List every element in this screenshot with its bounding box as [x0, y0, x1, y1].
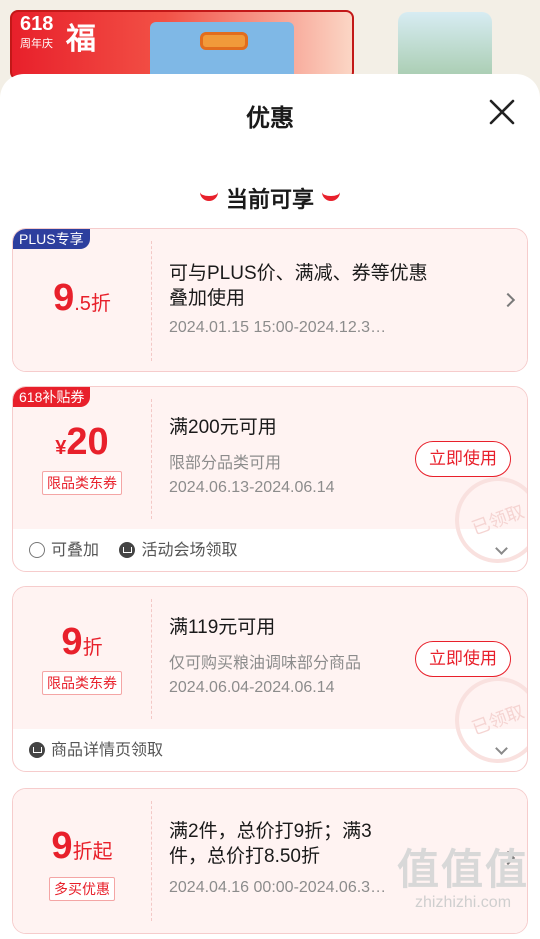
discount-value: 9折	[61, 621, 103, 663]
close-icon[interactable]	[488, 98, 516, 126]
coupon-validity: 2024.06.04-2024.06.14	[169, 679, 335, 696]
coupon-description: 可与PLUS价、满减、券等优惠叠加使用	[169, 263, 428, 309]
section-title: 当前可享	[0, 182, 540, 214]
product-box-image	[150, 22, 294, 82]
coupon-card-plus[interactable]: PLUS专享 9.5折 可与PLUS价、满减、券等优惠叠加使用 2024.01.…	[12, 228, 528, 372]
use-now-button[interactable]: 立即使用	[415, 641, 511, 677]
coupon-threshold: 满119元可用	[169, 617, 276, 638]
coupon-validity: 2024.04.16 00:00-2024.06.3…	[169, 879, 387, 896]
anniversary-logo: 618 周年庆	[20, 13, 54, 50]
coupon-amount: ¥20	[55, 421, 109, 463]
category-pill: 限品类东券	[42, 471, 122, 495]
subsidy-tag: 618补贴券	[13, 387, 91, 407]
coupon-scope: 仅可购买粮油调味部分商品	[169, 655, 362, 672]
multi-buy-pill: 多买优惠	[49, 877, 115, 901]
coupon-threshold: 满200元可用	[169, 417, 277, 438]
use-now-button[interactable]: 立即使用	[415, 441, 511, 477]
coupon-description: 满2件，总价打9折；满3件，总价打8.50折	[169, 821, 372, 867]
discount-value: 9折起	[51, 825, 113, 867]
smile-right-icon	[322, 191, 340, 201]
discount-value: 9.5折	[53, 277, 111, 319]
coupon-validity: 2024.01.15 15:00-2024.12.3…	[169, 319, 387, 336]
coupon-validity: 2024.06.13-2024.06.14	[169, 479, 335, 496]
fu-glyph: 福	[66, 22, 96, 57]
site-watermark: 值值值 zhizhizhi.com	[396, 846, 529, 911]
plus-tag: PLUS专享	[13, 229, 90, 249]
category-pill: 限品类东券	[42, 671, 122, 695]
sheet-title: 优惠	[246, 105, 294, 132]
stack-icon	[29, 542, 45, 558]
coupon-footer: 商品详情页领取	[29, 741, 163, 761]
ticket-icon	[119, 542, 136, 558]
coupon-scope: 限部分品类可用	[169, 455, 282, 472]
coupon-card-9zhe: 9折 限品类东券 满119元可用 仅可购买粮油调味部分商品 2024.06.04…	[12, 586, 528, 772]
coupon-card-20: 618补贴券 ¥20 限品类东券 满200元可用 限部分品类可用 2024.06…	[12, 386, 528, 572]
smile-left-icon	[199, 191, 218, 201]
coupon-footer: 可叠加 活动会场领取	[29, 541, 237, 561]
discount-sheet: 优惠 当前可享 PLUS专享 9.5折 可与PLUS价、满减、券等优惠叠加使用 …	[0, 74, 540, 939]
ticket-icon	[29, 742, 45, 758]
